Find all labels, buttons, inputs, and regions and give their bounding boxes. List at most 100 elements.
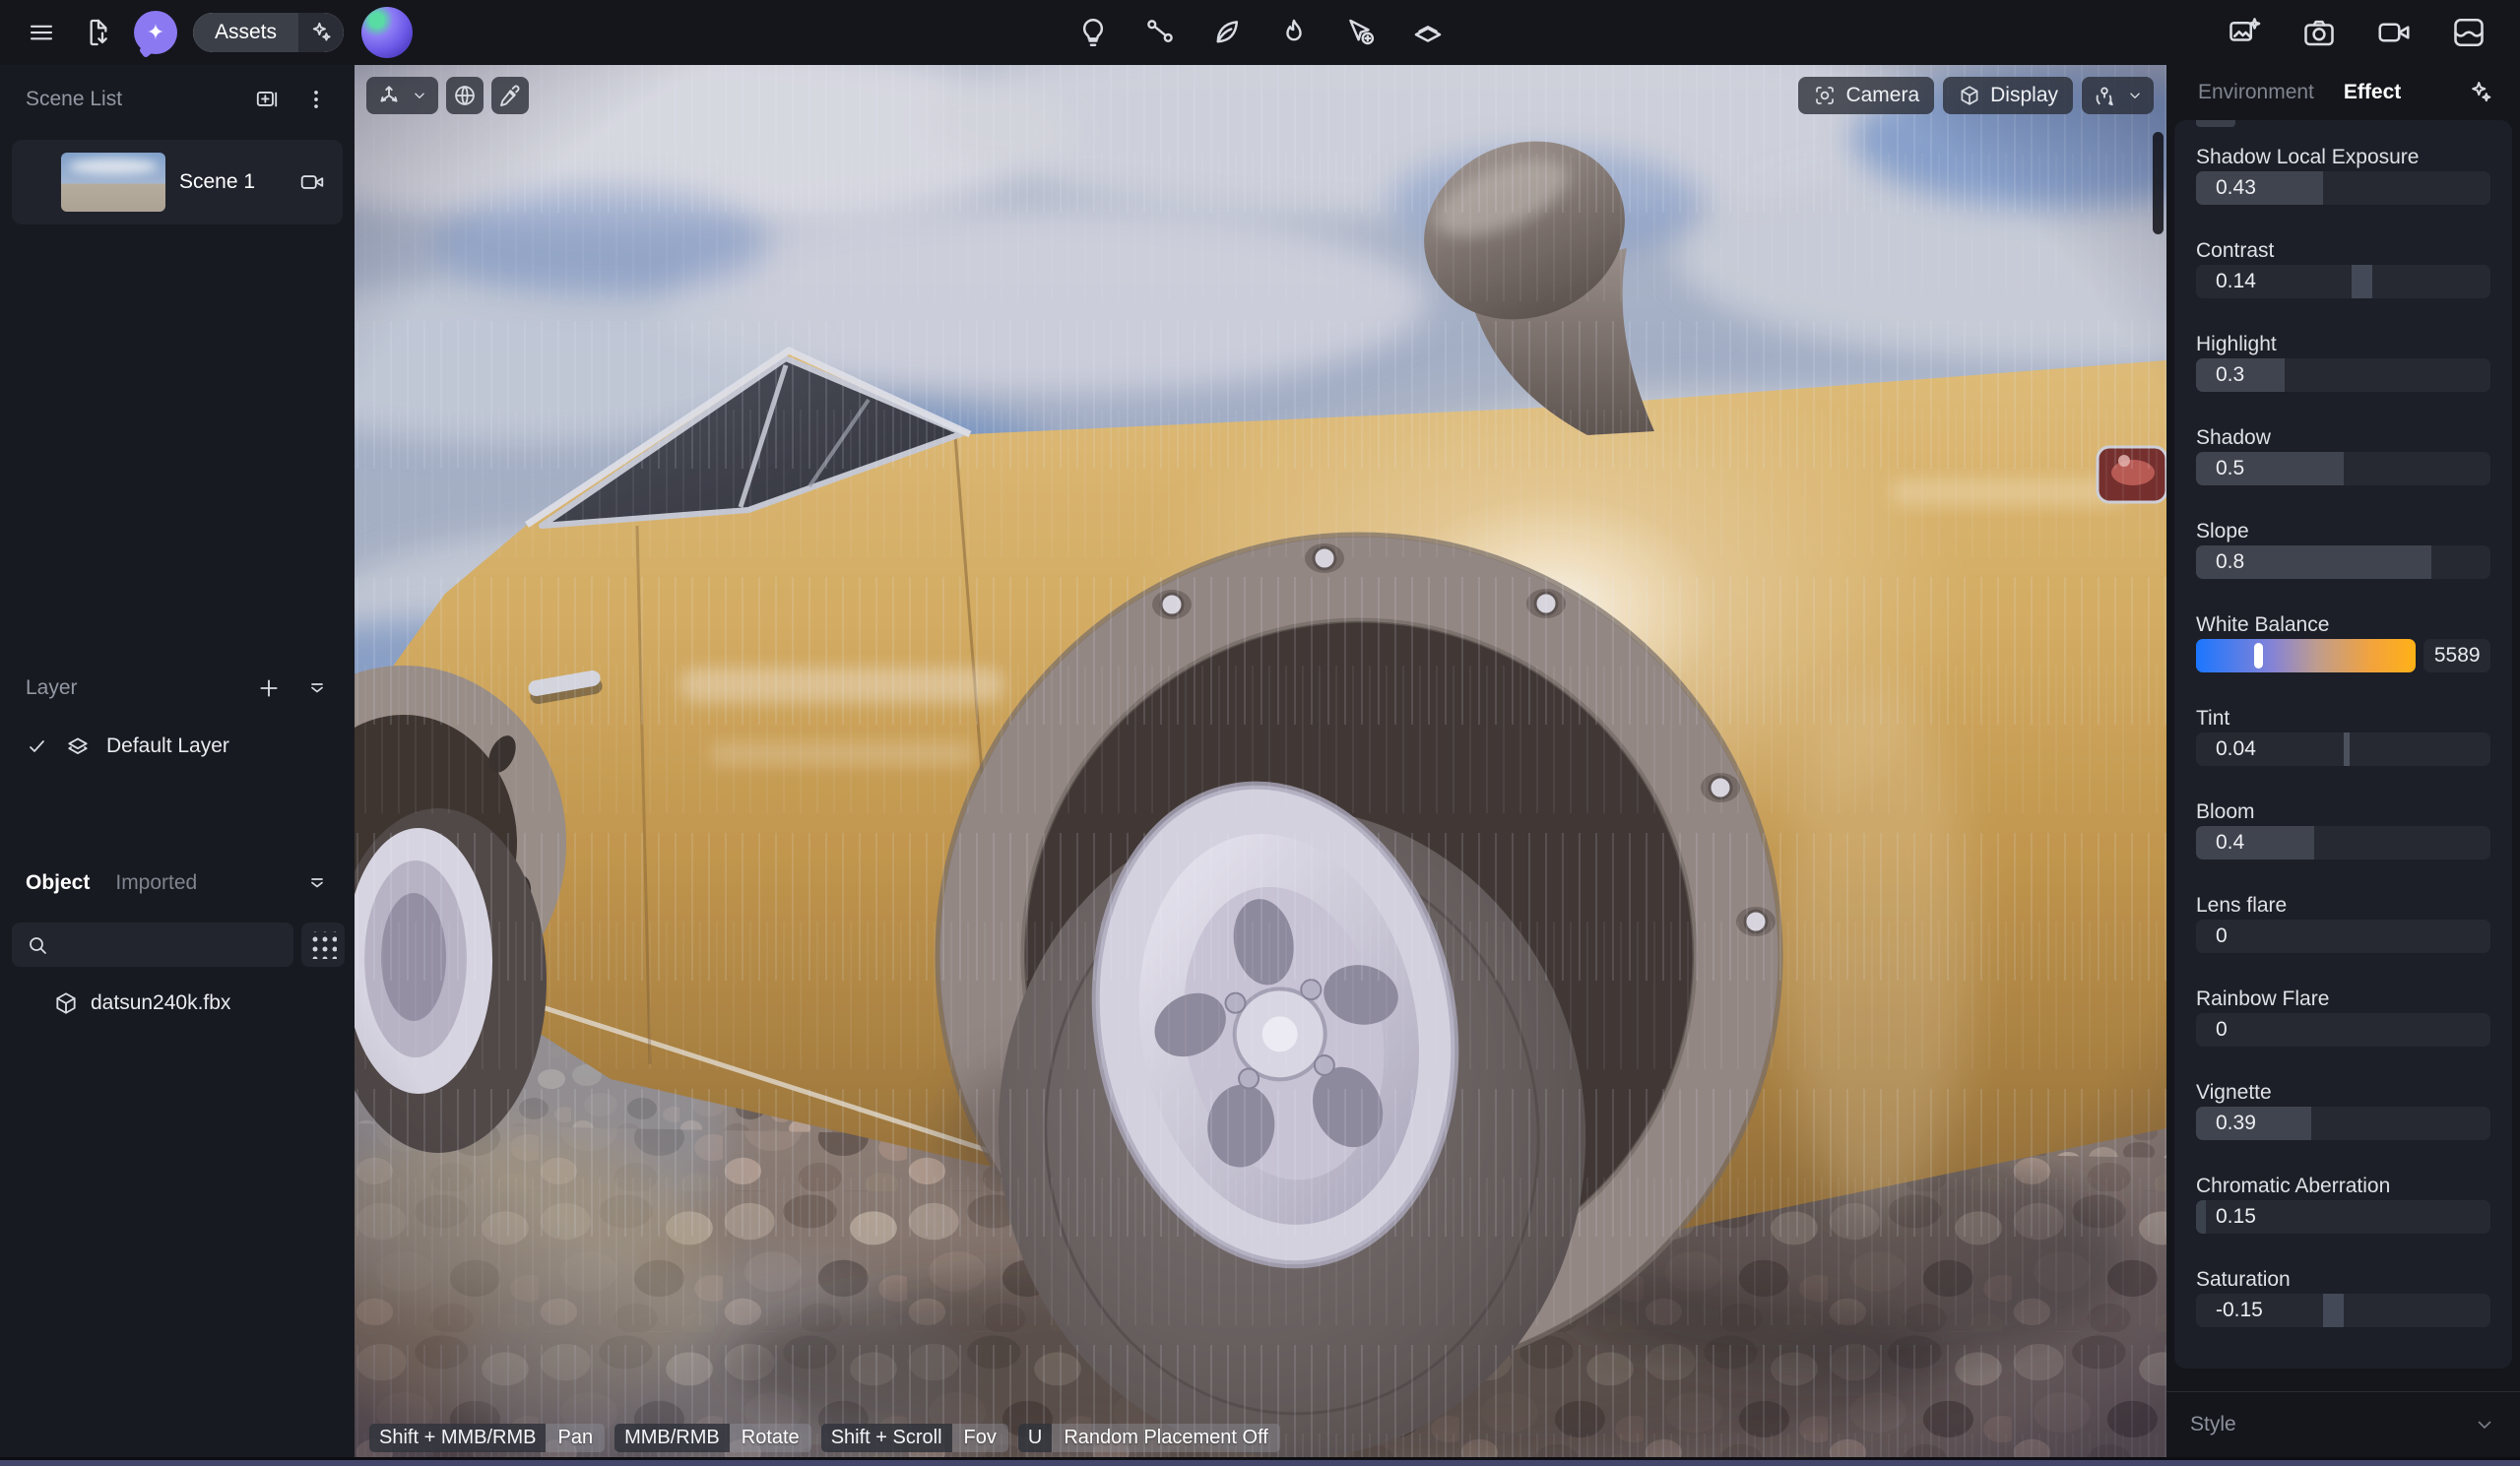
effect-control-shadow: Shadow0.5	[2196, 424, 2490, 485]
slider-label: Chromatic Aberration	[2196, 1173, 2490, 1200]
effect-controls-card: Shadow Local Exposure0.43 Contrast 0.14 Hig…	[2174, 120, 2512, 1369]
slider-track-slope[interactable]: 0.8	[2196, 545, 2490, 579]
camera-frame-icon	[1813, 84, 1837, 107]
record-video-button[interactable]	[2376, 15, 2412, 50]
collapse-objects-button[interactable]	[305, 871, 329, 895]
camera-button-label: Camera	[1845, 84, 1919, 107]
effects-tool-button[interactable]	[1277, 16, 1311, 49]
render-image-button[interactable]	[2227, 15, 2262, 50]
hint-keys: MMB/RMB	[614, 1424, 730, 1452]
add-layer-button[interactable]	[256, 675, 282, 701]
viewport[interactable]: Camera Display Shift + MMB/RMBPanMMB/RMB…	[355, 65, 2166, 1457]
object-search[interactable]	[12, 923, 293, 967]
hint-keys: U	[1018, 1424, 1052, 1452]
export-tray-icon	[2451, 15, 2487, 50]
terrain-tool-button[interactable]	[1411, 16, 1445, 49]
object-grid-view-button[interactable]	[301, 923, 345, 967]
viewport-edge-handle[interactable]	[2153, 132, 2164, 234]
camera-button[interactable]: Camera	[1798, 77, 1934, 114]
viewport-scene[interactable]	[355, 65, 2166, 1457]
slider-value: 0.39	[2216, 1112, 2256, 1135]
assets-button[interactable]: Assets	[193, 13, 344, 52]
sparkles-icon	[2467, 79, 2494, 106]
eyedropper-button[interactable]	[491, 77, 529, 114]
slider-value: 0	[2216, 924, 2228, 948]
slider-track-shadow[interactable]: 0.5	[2196, 452, 2490, 485]
slider-track-white-balance[interactable]	[2196, 639, 2416, 672]
screenshot-button[interactable]	[2301, 15, 2337, 50]
avatar[interactable]	[361, 7, 413, 58]
slider-label: Contrast	[2196, 237, 2490, 265]
hint-keys: Shift + MMB/RMB	[369, 1424, 546, 1452]
light-tool-button[interactable]	[1076, 16, 1110, 49]
panel-ai-button[interactable]	[2467, 79, 2494, 106]
effect-control-saturation: Saturation-0.15	[2196, 1266, 2490, 1327]
slider-handle[interactable]	[2323, 1294, 2344, 1327]
export-tray-button[interactable]	[2451, 15, 2487, 50]
effect-control-chromatic-aberration: Chromatic Aberration0.15	[2196, 1173, 2490, 1234]
hint-rotate: MMB/RMBRotate	[614, 1424, 811, 1452]
effect-control-shadow-local-exposure: Shadow Local Exposure0.43	[2196, 144, 2490, 205]
view-mode-button[interactable]	[2082, 77, 2154, 114]
slider-handle[interactable]	[2196, 1200, 2206, 1234]
scene-camera-icon	[299, 169, 325, 195]
layer-row-default[interactable]: Default Layer	[26, 729, 329, 764]
effect-control-rainbow-flare: Rainbow Flare0	[2196, 986, 2490, 1047]
place-object-tool-button[interactable]	[1344, 16, 1378, 49]
style-section-header[interactable]: Style	[2166, 1391, 2520, 1457]
slider-handle[interactable]	[2254, 643, 2263, 669]
collapse-layers-button[interactable]	[305, 676, 329, 700]
slider-track-bloom[interactable]: 0.4	[2196, 826, 2490, 860]
slider-handle[interactable]	[2344, 733, 2350, 766]
slider-track-saturation[interactable]: -0.15	[2196, 1294, 2490, 1327]
tab-effect[interactable]: Effect	[2344, 81, 2401, 104]
tab-object[interactable]: Object	[26, 871, 90, 895]
slider-track-highlight[interactable]: 0.3	[2196, 358, 2490, 392]
slider-track-chromatic-aberration[interactable]: 0.15	[2196, 1200, 2490, 1234]
vegetation-tool-button[interactable]	[1210, 16, 1244, 49]
slider-label: White Balance	[2196, 611, 2490, 639]
slider-track-rainbow-flare[interactable]: 0	[2196, 1013, 2490, 1047]
object-list-item[interactable]: datsun240k.fbx	[53, 985, 343, 1022]
object-item-label: datsun240k.fbx	[91, 991, 230, 1015]
slider-label: Lens flare	[2196, 892, 2490, 920]
slider-value: 0.43	[2216, 176, 2256, 200]
link-nodes-icon	[1143, 16, 1177, 49]
menu-button[interactable]	[20, 11, 63, 54]
globe-button[interactable]	[446, 77, 484, 114]
kebab-menu-icon	[303, 87, 329, 112]
slider-track-shadow-local-exposure[interactable]: 0.43	[2196, 171, 2490, 205]
link-tool-button[interactable]	[1143, 16, 1177, 49]
topbar-right-group	[2227, 15, 2520, 50]
import-file-button[interactable]	[77, 11, 120, 54]
assets-label: Assets	[193, 13, 298, 52]
scene-list-menu-button[interactable]	[303, 87, 329, 112]
check-icon	[26, 734, 49, 758]
scene-list-item[interactable]: Scene 1	[12, 140, 343, 224]
ai-assistant-button[interactable]: ✦	[134, 11, 177, 54]
display-button[interactable]: Display	[1943, 77, 2073, 114]
slider-track-vignette[interactable]: 0.39	[2196, 1107, 2490, 1140]
slider-value: 0.14	[2216, 270, 2256, 293]
scene-item-label: Scene 1	[179, 170, 299, 194]
slider-track-tint[interactable]: 0.04	[2196, 733, 2490, 766]
chevron-down-icon	[411, 87, 428, 104]
slider-track-lens-flare[interactable]: 0	[2196, 920, 2490, 953]
slider-label: Rainbow Flare	[2196, 986, 2490, 1013]
object-search-input[interactable]	[59, 932, 270, 957]
add-scene-button[interactable]	[254, 87, 280, 112]
layers-icon	[65, 733, 91, 759]
slider-track-contrast[interactable]: 0.14	[2196, 265, 2490, 298]
white-balance-value[interactable]: 5589	[2423, 639, 2490, 672]
tab-imported[interactable]: Imported	[115, 871, 305, 895]
terrain-icon	[1411, 16, 1445, 49]
slider-value: 0.4	[2216, 831, 2244, 855]
tab-environment[interactable]: Environment	[2198, 81, 2314, 104]
display-cube-icon	[1958, 84, 1981, 107]
slider-label: Highlight	[2196, 331, 2490, 358]
object-header: Object Imported	[26, 868, 329, 898]
slider-handle[interactable]	[2352, 265, 2372, 298]
leaf-icon	[1210, 16, 1244, 49]
slider-value: 0.5	[2216, 457, 2244, 480]
transform-tool-button[interactable]	[366, 77, 438, 114]
